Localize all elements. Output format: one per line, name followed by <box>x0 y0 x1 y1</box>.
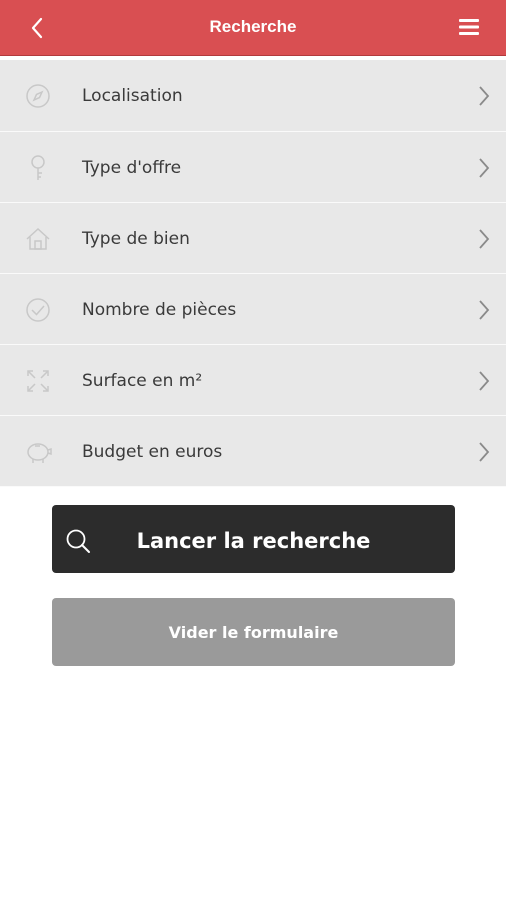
top-app-bar: Recherche <box>0 0 506 56</box>
house-icon <box>24 225 52 253</box>
chevron-right-icon <box>479 229 490 249</box>
criteria-label: Type d'offre <box>82 158 182 178</box>
launch-search-label: Lancer la recherche <box>136 529 371 553</box>
criteria-label: Localisation <box>82 86 183 106</box>
chevron-right-icon <box>479 158 490 178</box>
chevron-right-icon <box>479 86 490 106</box>
criteria-label: Budget en euros <box>82 442 223 462</box>
criteria-label: Surface en m² <box>82 371 203 391</box>
piggy-bank-icon <box>24 438 52 466</box>
criteria-label: Nombre de pièces <box>82 300 237 320</box>
launch-search-button[interactable]: Lancer la recherche <box>52 505 455 573</box>
criteria-label: Type de bien <box>82 229 190 249</box>
expand-arrows-icon <box>24 367 52 395</box>
chevron-right-icon <box>479 300 490 320</box>
menu-button[interactable] <box>454 14 484 40</box>
hamburger-menu-icon <box>459 19 479 35</box>
criteria-item-budget[interactable]: Budget en euros <box>0 416 506 487</box>
criteria-item-surface[interactable]: Surface en m² <box>0 345 506 416</box>
criteria-item-type-bien[interactable]: Type de bien <box>0 203 506 274</box>
chevron-right-icon <box>479 442 490 462</box>
clear-form-button[interactable]: Vider le formulaire <box>52 598 455 666</box>
compass-icon <box>24 82 52 110</box>
chevron-right-icon <box>479 371 490 391</box>
criteria-item-localisation[interactable]: Localisation <box>0 60 506 132</box>
check-circle-icon <box>24 296 52 324</box>
search-criteria-list: Localisation Type d'offre Type de bien N… <box>0 60 506 487</box>
criteria-item-type-offre[interactable]: Type d'offre <box>0 132 506 203</box>
key-icon <box>24 154 52 182</box>
criteria-item-nombre-pieces[interactable]: Nombre de pièces <box>0 274 506 345</box>
page-title: Recherche <box>209 17 297 36</box>
clear-form-label: Vider le formulaire <box>168 623 339 642</box>
